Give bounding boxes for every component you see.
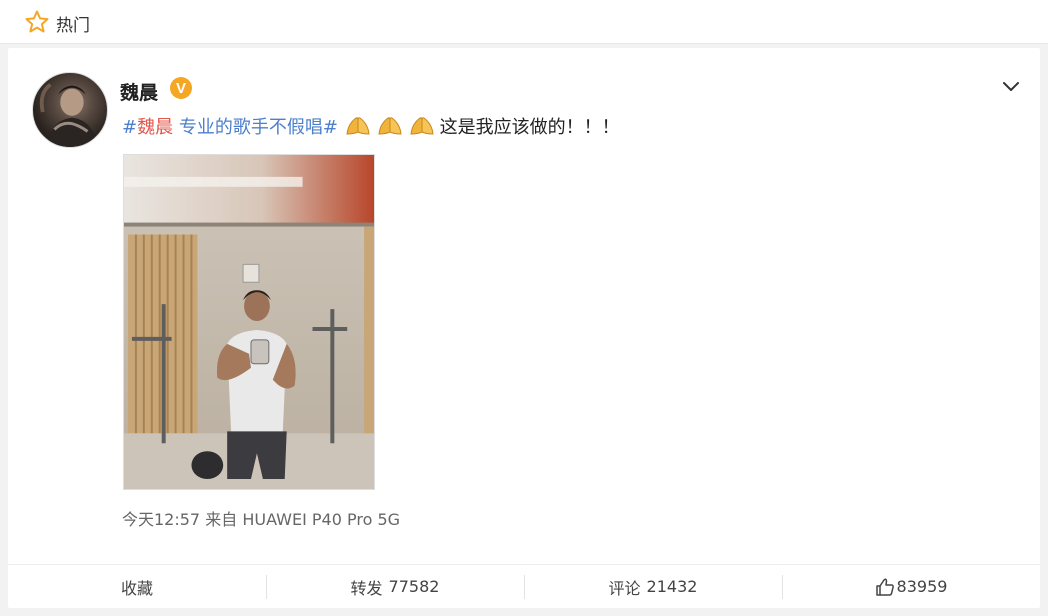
weibo-post-card: 魏晨 V #魏晨 专业的歌手不假唱# 这是我应该做的！！！ 今天12:57 来自…	[8, 48, 1040, 608]
hashtag-link[interactable]: #魏晨 专业的歌手不假唱#	[122, 117, 338, 138]
praying-hands-icon	[346, 117, 370, 135]
hashtag-prefix: #	[122, 117, 138, 138]
source-device[interactable]: HUAWEI P40 Pro 5G	[242, 510, 400, 529]
username[interactable]: 魏晨	[120, 78, 158, 105]
hashtag-name: 魏晨	[137, 117, 174, 138]
avatar[interactable]	[32, 72, 108, 148]
hashtag-rest: 专业的歌手不假唱#	[173, 117, 338, 138]
repost-count: 77582	[388, 577, 440, 596]
verified-badge-icon: V	[170, 77, 192, 99]
comment-count: 21432	[646, 577, 698, 596]
repost-label: 转发	[350, 578, 383, 598]
hot-label[interactable]: 热门	[56, 11, 90, 36]
praying-hands-icon	[410, 117, 434, 135]
chevron-down-icon[interactable]	[1002, 80, 1020, 94]
praying-hands-icon	[378, 117, 402, 135]
action-bar: 收藏 转发 77582 评论 21432 83959	[8, 564, 1040, 608]
favorite-button[interactable]: 收藏	[8, 565, 266, 608]
comment-label: 评论	[608, 578, 641, 598]
like-count: 83959	[896, 577, 948, 596]
post-time[interactable]: 今天12:57	[122, 510, 200, 529]
post-text: #魏晨 专业的歌手不假唱# 这是我应该做的！！！	[122, 114, 620, 141]
star-icon[interactable]	[24, 9, 50, 35]
thumbs-up-icon	[875, 577, 894, 596]
comment-button[interactable]: 评论 21432	[524, 565, 782, 608]
hot-header: 热门	[0, 0, 1048, 44]
favorite-label: 收藏	[120, 578, 153, 598]
post-body: 这是我应该做的！！！	[439, 117, 620, 138]
post-photo[interactable]	[123, 154, 375, 490]
like-button[interactable]: 83959	[782, 565, 1040, 608]
source-prefix: 来自	[205, 510, 238, 529]
repost-button[interactable]: 转发 77582	[266, 565, 524, 608]
post-meta: 今天12:57 来自 HUAWEI P40 Pro 5G	[122, 506, 400, 530]
